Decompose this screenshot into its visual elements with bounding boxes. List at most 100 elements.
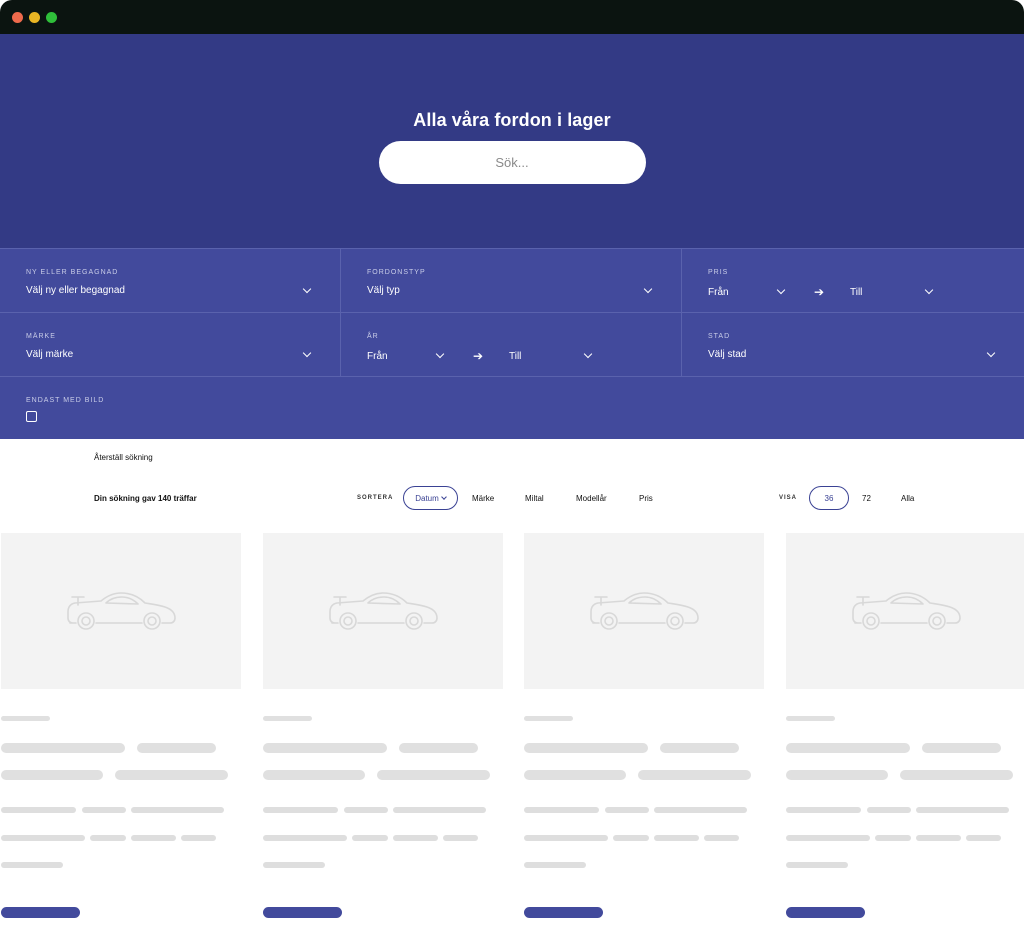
vehicle-image-placeholder[interactable] <box>263 533 503 689</box>
sort-label: SORTERA <box>357 495 394 501</box>
show-option-label: 36 <box>824 493 834 503</box>
skeleton-tag <box>786 716 835 721</box>
reset-search-link[interactable]: Återställ sökning <box>94 453 153 462</box>
filter-brand-label: MÄRKE <box>26 333 56 340</box>
chevron-down-icon <box>986 348 996 357</box>
skeleton-spec <box>786 807 861 813</box>
price-to-value: Till <box>850 286 863 298</box>
skeleton-spec <box>131 835 176 841</box>
vehicle-image-placeholder[interactable] <box>524 533 764 689</box>
vehicle-details-button[interactable] <box>786 907 865 918</box>
year-from-value: Från <box>367 350 388 362</box>
skeleton-spec <box>1 807 76 813</box>
show-option-72[interactable]: 72 <box>862 494 871 503</box>
filter-with-image: ENDAST MED BILD <box>0 377 1024 439</box>
sort-option-pris[interactable]: Pris <box>639 494 653 503</box>
chevron-down-icon <box>435 349 445 359</box>
skeleton-spec <box>352 835 388 841</box>
filter-row-2: MÄRKE Välj märke ÅR Från ➔ Till STAD Väl… <box>0 312 1024 376</box>
search-input[interactable] <box>378 141 646 184</box>
title-bar <box>0 0 1024 34</box>
minimize-window-button[interactable] <box>29 11 40 23</box>
filter-year-label: ÅR <box>367 333 379 340</box>
show-label: VISA <box>779 495 798 501</box>
maximize-window-button[interactable] <box>46 11 57 23</box>
filter-vehicle-type: FORDONSTYP Välj typ <box>341 249 682 312</box>
car-placeholder-icon <box>851 587 961 636</box>
skeleton-spec <box>443 835 478 841</box>
with-image-checkbox[interactable] <box>26 411 37 422</box>
skeleton-spec <box>524 835 608 841</box>
year-to-value: Till <box>509 350 522 362</box>
sort-option-label: Datum <box>415 493 439 503</box>
skeleton-spec <box>786 835 870 841</box>
show-option-36[interactable]: 36 <box>809 486 849 510</box>
skeleton-spec <box>916 807 1009 813</box>
price-to-select[interactable]: Till <box>850 285 936 298</box>
skeleton-title-a <box>786 743 910 753</box>
price-from-select[interactable]: Från <box>708 285 788 298</box>
skeleton-title-b <box>660 743 739 753</box>
skeleton-subtitle-a <box>263 770 365 780</box>
condition-select[interactable]: Välj ny eller begagnad <box>26 284 314 296</box>
sort-option-miltal[interactable]: Miltal <box>525 494 544 503</box>
skeleton-spec <box>786 862 848 868</box>
vehicle-details-button[interactable] <box>1 907 80 918</box>
skeleton-spec <box>393 835 438 841</box>
vehicle-details-button[interactable] <box>524 907 603 918</box>
skeleton-subtitle-b <box>638 770 751 780</box>
vehicle-details-button[interactable] <box>263 907 342 918</box>
skeleton-subtitle-b <box>377 770 490 780</box>
vehicle-card[interactable] <box>786 533 1024 918</box>
hero-banner: Alla våra fordon i lager <box>0 34 1024 248</box>
skeleton-spec <box>263 835 347 841</box>
price-range: Från ➔ Till <box>708 285 998 299</box>
skeleton-subtitle-a <box>524 770 626 780</box>
city-select-value: Välj stad <box>708 349 747 360</box>
skeleton-spec <box>344 807 388 813</box>
filter-row-1: NY ELLER BEGAGNAD Välj ny eller begagnad… <box>0 248 1024 312</box>
page-title: Alla våra fordon i lager <box>413 110 611 130</box>
skeleton-spec <box>654 835 699 841</box>
skeleton-subtitle-a <box>786 770 888 780</box>
filter-with-image-label: ENDAST MED BILD <box>26 397 105 404</box>
skeleton-spec <box>1 862 63 868</box>
sort-option-modellar[interactable]: Modellår <box>576 494 607 503</box>
brand-select[interactable]: Välj märke <box>26 348 314 360</box>
skeleton-spec <box>966 835 1001 841</box>
filter-row-3: ENDAST MED BILD <box>0 376 1024 439</box>
city-select[interactable]: Välj stad <box>708 348 998 360</box>
vehicle-card[interactable] <box>263 533 503 918</box>
sort-option-marke[interactable]: Märke <box>472 494 494 503</box>
skeleton-spec <box>393 807 486 813</box>
skeleton-tag <box>263 716 312 721</box>
filter-condition-label: NY ELLER BEGAGNAD <box>26 269 119 276</box>
skeleton-title-b <box>137 743 216 753</box>
skeleton-spec <box>263 862 325 868</box>
vehicle-image-placeholder[interactable] <box>786 533 1024 689</box>
year-to-select[interactable]: Till <box>509 349 595 362</box>
car-placeholder-icon <box>589 587 699 636</box>
skeleton-title-a <box>524 743 648 753</box>
filter-panel: NY ELLER BEGAGNAD Välj ny eller begagnad… <box>0 248 1024 439</box>
car-placeholder-icon <box>328 587 438 636</box>
vehicle-type-select[interactable]: Välj typ <box>367 284 655 296</box>
skeleton-spec <box>613 835 649 841</box>
vehicle-card[interactable] <box>1 533 241 918</box>
filter-city-label: STAD <box>708 333 731 340</box>
filter-condition: NY ELLER BEGAGNAD Välj ny eller begagnad <box>0 249 341 312</box>
skeleton-subtitle-b <box>115 770 228 780</box>
year-from-select[interactable]: Från <box>367 349 447 362</box>
show-option-alla[interactable]: Alla <box>901 494 914 503</box>
arrow-right-icon: ➔ <box>813 285 825 299</box>
chevron-down-icon <box>583 349 593 359</box>
car-placeholder-icon <box>66 587 176 636</box>
vehicle-card[interactable] <box>524 533 764 918</box>
skeleton-spec <box>524 862 586 868</box>
skeleton-spec <box>181 835 216 841</box>
vehicle-image-placeholder[interactable] <box>1 533 241 689</box>
filter-city: STAD Välj stad <box>682 313 1024 376</box>
sort-option-datum[interactable]: Datum <box>403 486 458 510</box>
skeleton-title-b <box>922 743 1001 753</box>
close-window-button[interactable] <box>12 11 23 23</box>
